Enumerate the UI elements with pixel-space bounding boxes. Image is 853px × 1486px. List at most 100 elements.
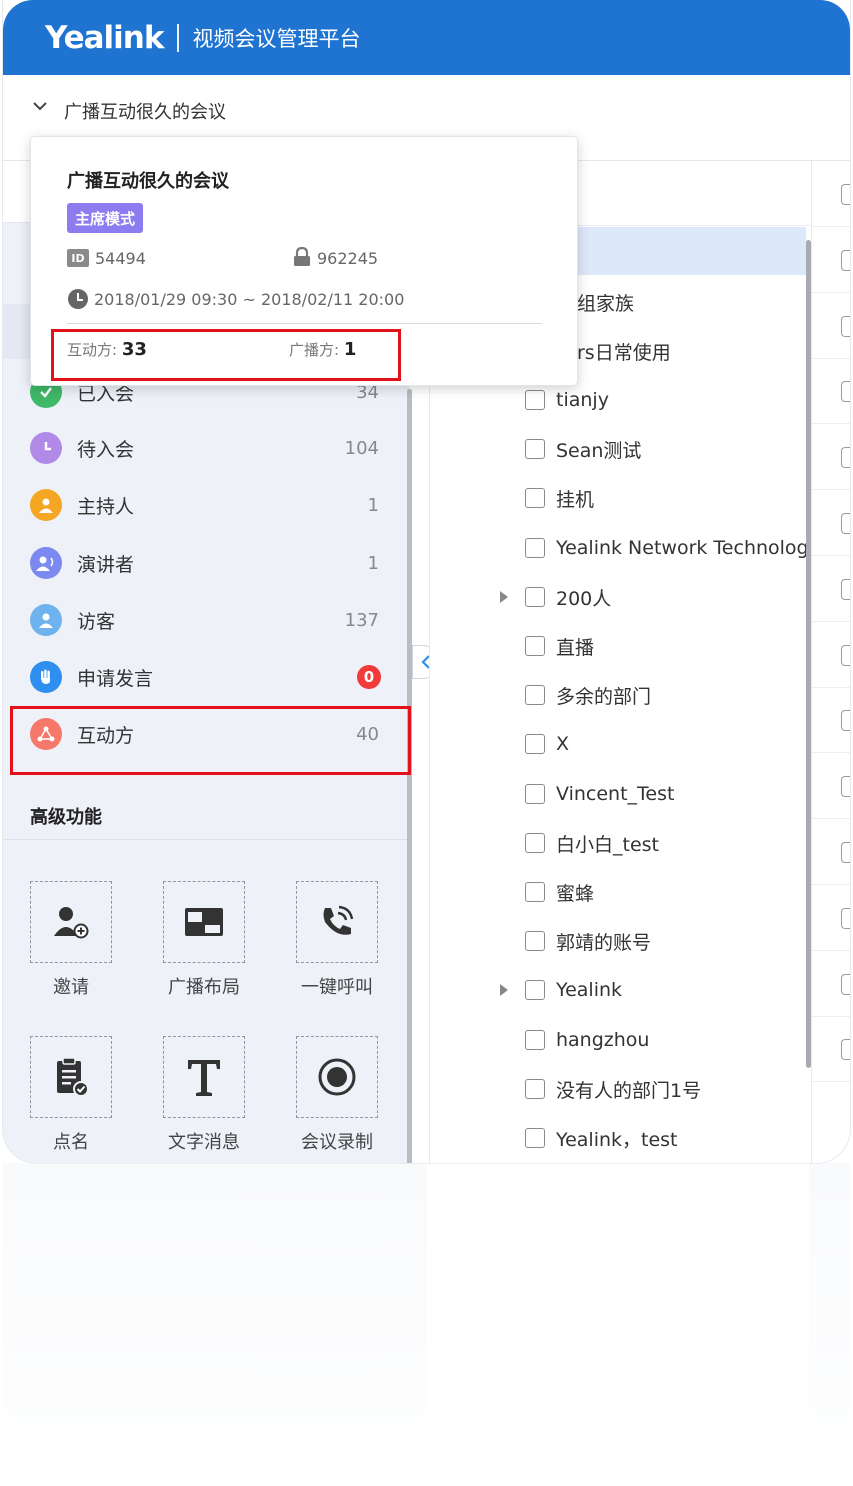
right-row-checkbox[interactable]	[841, 184, 850, 205]
right-row-divider	[812, 884, 850, 885]
record-icon	[318, 1058, 356, 1096]
platform-title: 视频会议管理平台	[192, 26, 361, 51]
right-row-divider	[812, 687, 850, 688]
right-row-divider	[812, 1081, 850, 1082]
feature-roll-call[interactable]: 点名	[11, 1036, 131, 1154]
tree-row-label: Sean测试	[556, 439, 642, 462]
tree-row-checkbox[interactable]	[525, 1128, 545, 1148]
tree-row[interactable]: hangzhou	[430, 1020, 810, 1060]
right-row-divider	[812, 555, 850, 556]
category-speaker[interactable]: 演讲者 1	[3, 537, 409, 589]
expand-arrow-icon[interactable]	[500, 984, 508, 996]
tree-row[interactable]: Yealink Network Technolog	[430, 528, 810, 568]
tree-row-checkbox[interactable]	[525, 488, 545, 508]
advanced-features-title: 高级功能	[30, 807, 102, 828]
tree-row-checkbox[interactable]	[525, 636, 545, 656]
right-row-checkbox[interactable]	[841, 776, 850, 797]
tree-row[interactable]: Vincent_Test	[430, 774, 810, 814]
tree-row[interactable]: Yealink，test	[430, 1118, 810, 1158]
tree-row[interactable]: Sean测试	[430, 429, 810, 469]
left-panel-scrollbar[interactable]	[407, 389, 412, 1163]
tree-row-checkbox[interactable]	[525, 784, 545, 804]
invite-user-icon	[54, 907, 89, 939]
feature-broadcast-layout-box[interactable]	[163, 881, 245, 963]
feature-broadcast-layout[interactable]: 广播布局	[144, 881, 264, 999]
feature-one-key-call-box[interactable]	[296, 881, 378, 963]
feature-label: 点名	[53, 1132, 89, 1153]
category-host[interactable]: 主持人 1	[3, 479, 409, 531]
category-pending[interactable]: 待入会 104	[3, 422, 409, 474]
right-row-checkbox[interactable]	[841, 842, 850, 863]
feature-record[interactable]: 会议录制	[277, 1036, 397, 1154]
clock-icon	[68, 289, 88, 309]
tree-row-checkbox[interactable]	[525, 587, 545, 607]
tree-row-checkbox[interactable]	[525, 734, 545, 754]
tree-row[interactable]: tianjy	[430, 380, 810, 420]
tree-row[interactable]: 没有人的部门1号	[430, 1069, 810, 1109]
mirror-reflection	[3, 1163, 850, 1486]
reflection-left-panel	[3, 1163, 409, 1486]
tree-row-checkbox[interactable]	[525, 833, 545, 853]
feature-text-message[interactable]: 文字消息	[144, 1036, 264, 1154]
category-guest[interactable]: 访客 137	[3, 594, 409, 646]
feature-roll-call-box[interactable]	[30, 1036, 112, 1118]
tree-row-checkbox[interactable]	[525, 390, 545, 410]
speaker-icon	[30, 547, 62, 579]
right-row-checkbox[interactable]	[841, 250, 850, 271]
tree-row[interactable]: 白小白_test	[430, 823, 810, 863]
screenshot-stage: Yealink 视频会议管理平台 广播互动很久的会议 已入会 34 待入会 10…	[0, 0, 853, 1486]
feature-text-message-box[interactable]	[163, 1036, 245, 1118]
tree-row[interactable]: X	[430, 724, 810, 764]
feature-label: 广播布局	[168, 977, 240, 998]
tree-row-label: 直播	[556, 636, 595, 659]
tree-row-checkbox[interactable]	[525, 538, 545, 558]
right-row-divider	[812, 226, 850, 227]
right-row-divider	[812, 1016, 850, 1017]
tree-row-checkbox[interactable]	[525, 685, 545, 705]
tree-row-checkbox[interactable]	[525, 439, 545, 459]
popup-conference-title: 广播互动很久的会议	[67, 171, 229, 192]
meeting-time-range: 2018/01/29 09:30 ~ 2018/02/11 20:00	[94, 290, 405, 309]
feature-one-key-call[interactable]: 一键呼叫	[277, 881, 397, 999]
right-row-checkbox[interactable]	[841, 645, 850, 666]
tree-row[interactable]: 200人	[430, 577, 810, 617]
right-row-checkbox[interactable]	[841, 710, 850, 731]
tree-row[interactable]: Yealink	[430, 970, 810, 1010]
right-row-checkbox[interactable]	[841, 381, 850, 402]
category-raise-hand[interactable]: 申请发言 0	[3, 651, 409, 703]
tree-row-checkbox[interactable]	[525, 931, 545, 951]
broadcast-layout-icon	[185, 908, 223, 936]
tree-row-checkbox[interactable]	[525, 1030, 545, 1050]
tree-row[interactable]: 直播	[430, 626, 810, 666]
tree-row[interactable]: 挂机	[430, 478, 810, 518]
right-row-checkbox[interactable]	[841, 316, 850, 337]
category-label: 演讲者	[77, 553, 135, 576]
tree-row-label: hangzhou	[556, 1029, 650, 1051]
feature-record-box[interactable]	[296, 1036, 378, 1118]
guest-icon	[30, 604, 62, 636]
tree-row[interactable]: 郭靖的账号	[430, 921, 810, 961]
tree-row-checkbox[interactable]	[525, 882, 545, 902]
right-row-checkbox[interactable]	[841, 579, 850, 600]
right-row-checkbox[interactable]	[841, 974, 850, 995]
tree-row-label: Yealink Network Technolog	[556, 537, 809, 559]
tree-row-label: 白小白_test	[556, 833, 659, 856]
expand-arrow-icon[interactable]	[500, 591, 508, 603]
right-row-checkbox[interactable]	[841, 908, 850, 929]
tree-row[interactable]: 多余的部门	[430, 675, 810, 715]
tree-row-checkbox[interactable]	[525, 980, 545, 1000]
right-row-checkbox[interactable]	[841, 1039, 850, 1060]
category-label: 主持人	[77, 495, 135, 518]
right-row-checkbox[interactable]	[841, 513, 850, 534]
tree-row-label: 蜜蜂	[556, 882, 595, 905]
tree-row[interactable]: 蜜蜂	[430, 872, 810, 912]
right-column	[811, 161, 850, 1163]
right-row-checkbox[interactable]	[841, 447, 850, 468]
feature-invite-box[interactable]	[30, 881, 112, 963]
one-key-call-icon	[323, 905, 354, 935]
conference-title[interactable]: 广播互动很久的会议	[64, 98, 226, 124]
tree-row-checkbox[interactable]	[525, 1079, 545, 1099]
feature-invite[interactable]: 邀请	[11, 881, 131, 999]
chevron-down-icon[interactable]	[31, 97, 49, 115]
meeting-id: 54494	[95, 249, 146, 268]
